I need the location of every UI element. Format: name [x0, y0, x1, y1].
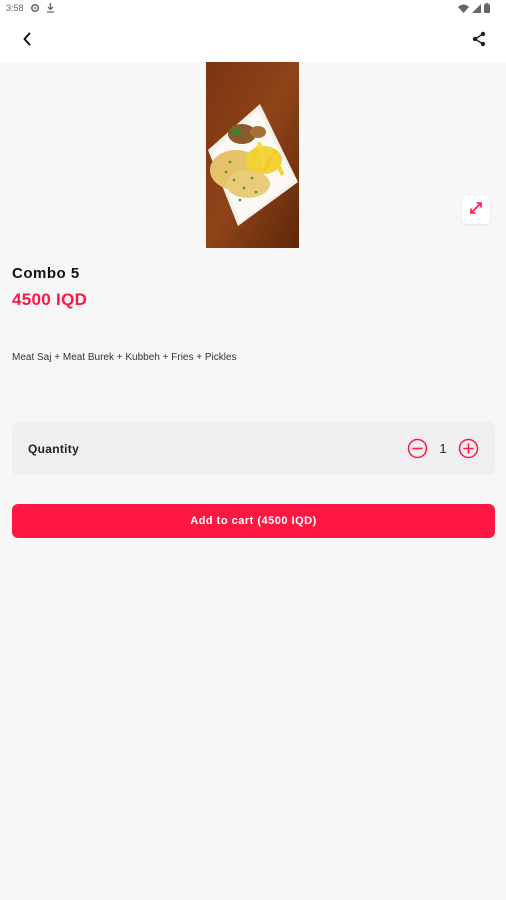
share-icon [471, 31, 487, 52]
plus-circle-icon [458, 438, 479, 463]
top-app-bar [0, 18, 506, 62]
share-button[interactable] [466, 28, 492, 54]
decrease-quantity-button[interactable] [407, 438, 428, 459]
add-to-cart-label: Add to cart (4500 IQD) [190, 515, 317, 527]
chevron-left-icon [22, 32, 32, 51]
product-image-area [0, 62, 506, 248]
product-price: 4500 IQD [12, 290, 88, 309]
product-name: Combo 5 [12, 265, 80, 282]
signal-icon [472, 3, 481, 13]
status-bar: 3:58 [0, 0, 506, 18]
food-photo[interactable] [206, 62, 299, 248]
add-to-cart-button[interactable]: Add to cart (4500 IQD) [12, 504, 495, 538]
status-right [458, 3, 490, 13]
expand-icon [469, 201, 483, 220]
quantity-label: Quantity [28, 442, 80, 456]
wifi-icon [458, 4, 469, 13]
minus-circle-icon [407, 438, 428, 463]
quantity-selector: Quantity 1 [12, 422, 495, 475]
back-button[interactable] [14, 28, 40, 54]
expand-image-button[interactable] [462, 196, 490, 224]
status-left: 3:58 [6, 3, 55, 13]
increase-quantity-button[interactable] [458, 438, 479, 459]
battery-icon [484, 3, 490, 13]
download-icon [46, 3, 55, 13]
product-description: Meat Saj + Meat Burek + Kubbeh + Fries +… [12, 352, 237, 363]
status-time: 3:58 [6, 3, 24, 13]
settings-icon [30, 3, 40, 13]
quantity-value: 1 [439, 441, 447, 456]
